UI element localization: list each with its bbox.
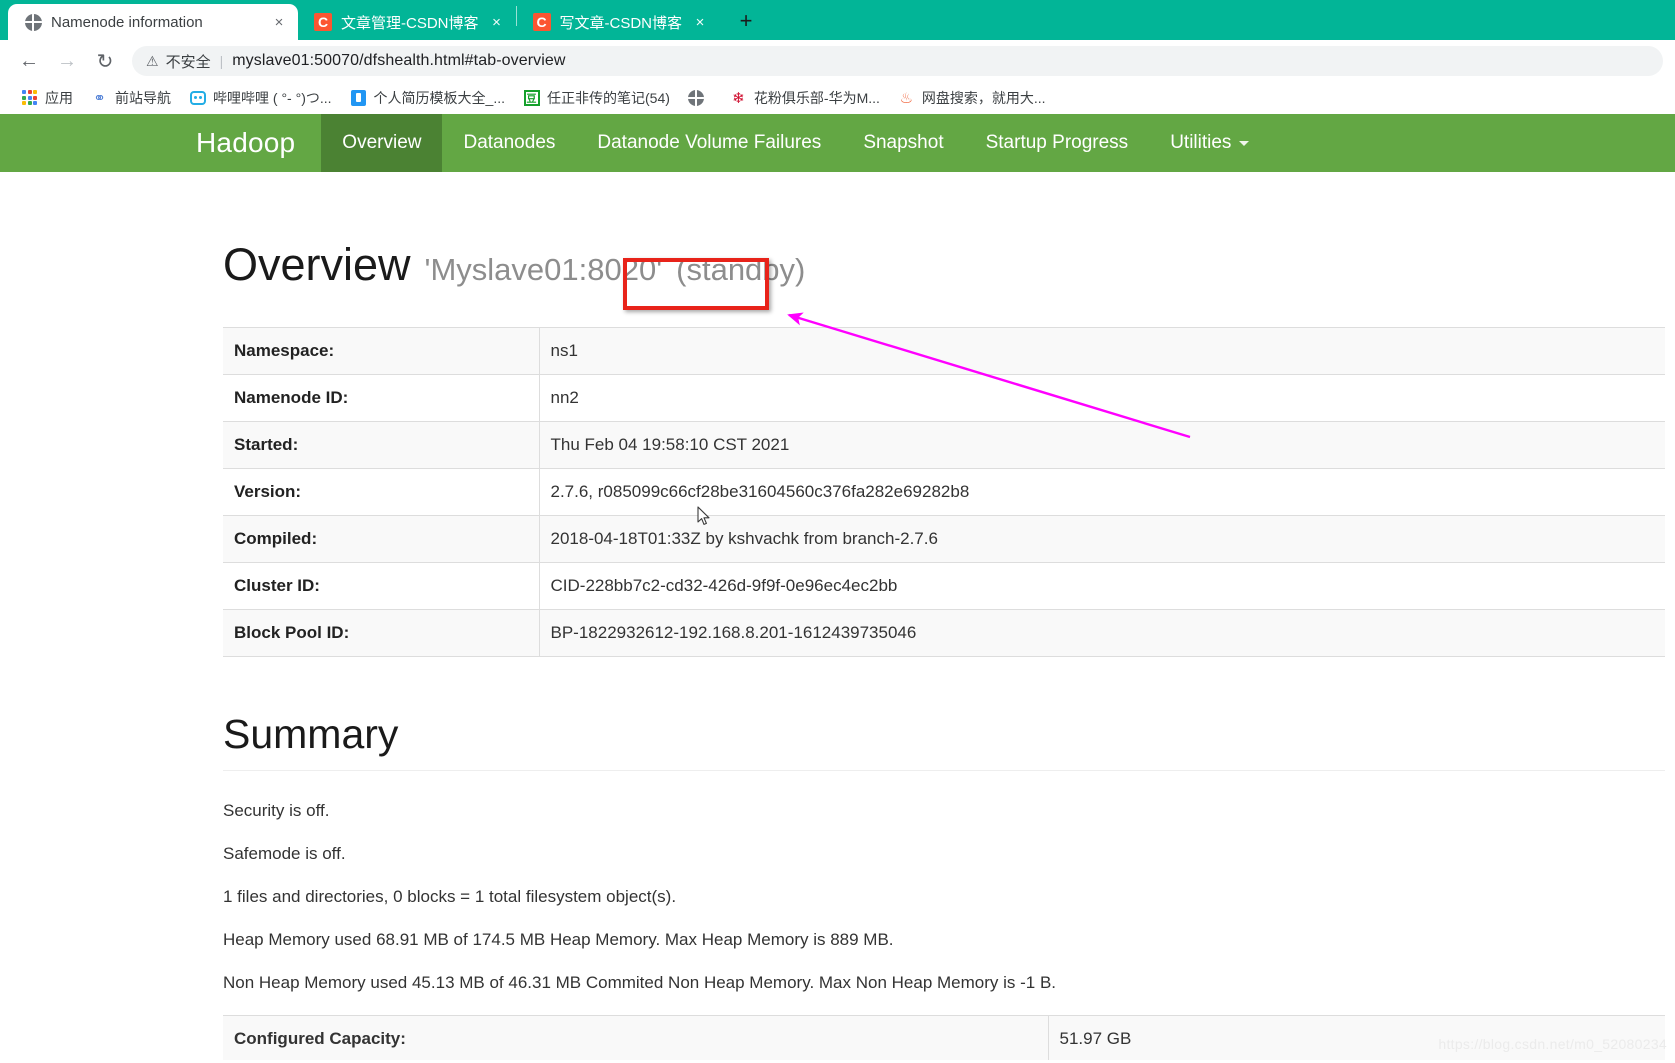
apps-grid-icon: [21, 89, 38, 106]
overview-address: 'Myslave01:8020': [424, 252, 663, 287]
back-icon[interactable]: ←: [12, 44, 46, 78]
summary-line-safemode: Safemode is off.: [223, 843, 346, 863]
overview-state-badge: (standby): [676, 252, 806, 287]
nav-item-utilities-label: Utilities: [1170, 132, 1232, 153]
row-value: ns1: [539, 326, 1665, 375]
bookmark-label: 前站导航: [115, 89, 171, 106]
close-icon[interactable]: ×: [488, 13, 506, 31]
nav-item-datanode-volume-failures[interactable]: Datanode Volume Failures: [576, 114, 842, 172]
row-key: Compiled:: [223, 514, 540, 563]
bilibili-icon: [189, 89, 206, 106]
orange-icon: ♨: [899, 89, 914, 107]
bookmark-resume-templates[interactable]: 个人简历模板大全_...: [341, 85, 514, 111]
summary-line-security: Security is off.: [223, 800, 330, 820]
row-value: BP-1822932612-192.168.8.201-161243973504…: [539, 608, 1665, 657]
row-value: 2018-04-18T01:33Z by kshvachk from branc…: [539, 514, 1665, 563]
row-key: Namespace:: [223, 326, 540, 375]
bookmark-label: 花粉俱乐部-华为M...: [753, 89, 880, 106]
row-key: Version:: [223, 467, 540, 516]
page-title: Overview 'Myslave01:8020' (standby): [223, 240, 1675, 290]
watermark: https://blog.csdn.net/m0_52080234: [1438, 1036, 1667, 1052]
tab-title: 文章管理-CSDN博客: [341, 14, 479, 32]
row-key: Cluster ID:: [223, 561, 540, 610]
row-key: Configured Capacity:: [223, 1014, 1049, 1060]
reload-icon[interactable]: ↻: [88, 44, 122, 78]
summary-line-objects: 1 files and directories, 0 blocks = 1 to…: [223, 886, 677, 906]
close-icon[interactable]: ×: [691, 13, 709, 31]
warning-triangle-icon: ⚠: [146, 52, 159, 69]
forward-icon[interactable]: →: [50, 44, 84, 78]
hadoop-navbar: Hadoop Overview Datanodes Datanode Volum…: [0, 114, 1675, 172]
table-row: Cluster ID: CID-228bb7c2-cd32-426d-9f9f-…: [223, 561, 1665, 610]
huawei-icon: ❄: [732, 89, 745, 107]
chevron-down-icon: [1239, 140, 1250, 146]
tab-title: 写文章-CSDN博客: [559, 14, 683, 32]
address-bar[interactable]: ⚠ 不安全 | myslave01:50070/dfshealth.html#t…: [132, 46, 1663, 76]
bookmark-huafen-club[interactable]: ❄ 花粉俱乐部-华为M...: [721, 85, 889, 111]
table-row: Namespace: ns1: [223, 326, 1665, 375]
table-row: Namenode ID: nn2: [223, 373, 1665, 422]
bookmark-label: 个人简历模板大全_...: [373, 89, 505, 106]
nav-item-startup-progress[interactable]: Startup Progress: [965, 114, 1150, 172]
bookmark-label: 哔哩哔哩 ( °- °)つ...: [213, 89, 332, 106]
planet-icon: ⚭: [93, 89, 106, 107]
row-value: nn2: [539, 373, 1665, 422]
bookmark-label: 任正非传的笔记(54): [547, 89, 670, 106]
bookmark-label: 网盘搜索，就用大...: [921, 89, 1046, 106]
new-tab-button[interactable]: +: [731, 6, 761, 36]
nav-item-datanodes[interactable]: Datanodes: [442, 114, 576, 172]
summary-line-heap-memory: Heap Memory used 68.91 MB of 174.5 MB He…: [223, 929, 894, 949]
bookmark-qianzhan[interactable]: ⚭ 前站导航: [82, 85, 180, 111]
omnibox-separator: |: [219, 53, 224, 69]
url-text: myslave01:50070/dfshealth.html#tab-overv…: [232, 52, 566, 69]
bookmark-douban-notes[interactable]: 豆 任正非传的笔记(54): [514, 85, 679, 111]
csdn-icon: C: [314, 13, 332, 31]
main-content: Overview 'Myslave01:8020' (standby) Name…: [0, 240, 1675, 1060]
row-value: Thu Feb 04 19:58:10 CST 2021: [539, 420, 1665, 469]
row-key: Namenode ID:: [223, 373, 540, 422]
table-row: Version: 2.7.6, r085099c66cf28be31604560…: [223, 467, 1665, 516]
page-content: Hadoop Overview Datanodes Datanode Volum…: [0, 114, 1675, 1060]
bookmark-globe[interactable]: [679, 86, 721, 109]
browser-tab-0[interactable]: Namenode information ×: [8, 4, 298, 40]
globe-icon: [688, 89, 705, 106]
nav-item-snapshot[interactable]: Snapshot: [842, 114, 964, 172]
namenode-info-table: Namespace: ns1 Namenode ID: nn2 Started:…: [223, 326, 1665, 657]
bookmark-bilibili[interactable]: 哔哩哔哩 ( °- °)つ...: [180, 85, 341, 111]
row-key: Started:: [223, 420, 540, 469]
csdn-icon: C: [532, 13, 551, 31]
globe-icon: [24, 13, 42, 31]
summary-line-non-heap-memory: Non Heap Memory used 45.13 MB of 46.31 M…: [223, 972, 1057, 992]
table-row: Compiled: 2018-04-18T01:33Z by kshvachk …: [223, 514, 1665, 563]
security-status-label: 不安全: [165, 53, 211, 71]
bookmarks-bar: 应用 ⚭ 前站导航 哔哩哔哩 ( °- °)つ... 个人简历模板大全_... …: [0, 82, 1675, 114]
hadoop-brand[interactable]: Hadoop: [180, 114, 321, 172]
tab-title: Namenode information: [51, 13, 203, 31]
nav-item-overview[interactable]: Overview: [321, 114, 443, 172]
browser-toolbar: ← → ↻ ⚠ 不安全 | myslave01:50070/dfshealth.…: [0, 40, 1675, 82]
bookmark-label: 应用: [45, 89, 73, 106]
row-value: CID-228bb7c2-cd32-426d-9f9f-0e96ec4ec2bb: [539, 561, 1665, 610]
table-row: Block Pool ID: BP-1822932612-192.168.8.2…: [223, 608, 1665, 657]
document-icon: [350, 89, 367, 106]
close-icon[interactable]: ×: [270, 13, 288, 31]
row-key: Block Pool ID:: [223, 608, 540, 657]
douban-icon: 豆: [523, 89, 540, 106]
row-value: 2.7.6, r085099c66cf28be31604560c376fa282…: [539, 467, 1665, 516]
overview-heading-text: Overview: [223, 239, 411, 290]
browser-tab-2[interactable]: C 写文章-CSDN博客 ×: [517, 4, 720, 40]
tab-strip: Namenode information × C 文章管理-CSDN博客 × C…: [0, 0, 1675, 40]
table-row: Started: Thu Feb 04 19:58:10 CST 2021: [223, 420, 1665, 469]
bookmark-netdisk-search[interactable]: ♨ 网盘搜索，就用大...: [889, 85, 1055, 111]
bookmark-apps[interactable]: 应用: [12, 85, 82, 111]
browser-window: Namenode information × C 文章管理-CSDN博客 × C…: [0, 0, 1675, 1063]
summary-heading: Summary: [223, 711, 1665, 771]
browser-tab-1[interactable]: C 文章管理-CSDN博客 ×: [298, 4, 516, 40]
nav-item-utilities[interactable]: Utilities: [1149, 114, 1270, 172]
